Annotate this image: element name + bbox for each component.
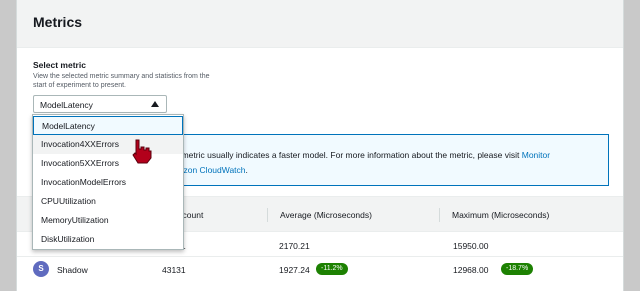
row1-maximum: 15950.00	[453, 241, 489, 251]
option-invocationmodelerrors[interactable]: InvocationModelErrors	[33, 173, 183, 192]
option-memoryutilization[interactable]: MemoryUtilization	[33, 211, 183, 230]
avatar: S	[33, 261, 49, 277]
option-invocation5xxerrors[interactable]: Invocation5XXErrors	[33, 154, 183, 173]
background-edge	[0, 0, 16, 291]
row2-maximum: 12968.00	[453, 265, 489, 275]
column-header-average: Average (Microseconds)	[267, 208, 372, 222]
metrics-panel: Metrics Select metric View the selected …	[16, 0, 624, 291]
panel-header: Metrics	[17, 0, 623, 48]
row2-count: 43131	[162, 265, 186, 275]
row2-average-badge: -11.2%	[316, 263, 348, 275]
hand-pointer-icon	[132, 139, 152, 164]
panel-title: Metrics	[33, 14, 83, 30]
info-text: ncy metric usually indicates a faster mo…	[166, 148, 606, 178]
option-diskutilization[interactable]: DiskUtilization	[33, 230, 183, 249]
column-header-maximum: Maximum (Microseconds)	[439, 208, 549, 222]
row1-average: 2170.21	[279, 241, 310, 251]
row-divider	[17, 256, 623, 257]
select-metric-label: Select metric	[33, 60, 86, 70]
option-modellatency[interactable]: ModelLatency	[33, 116, 183, 135]
option-invocation4xxerrors[interactable]: Invocation4XXErrors	[33, 135, 183, 154]
metric-select-value: ModelLatency	[40, 100, 93, 110]
row2-average: 1927.24	[279, 265, 310, 275]
caret-up-icon	[151, 101, 159, 107]
row2-maximum-badge: -18.7%	[501, 263, 534, 275]
row2-variant-name: Shadow	[57, 265, 88, 275]
metric-dropdown-menu: ModelLatency Invocation4XXErrors Invocat…	[32, 114, 184, 250]
select-metric-description: View the selected metric summary and sta…	[33, 73, 210, 89]
metric-select[interactable]: ModelLatency	[33, 95, 167, 113]
info-message: ncy metric usually indicates a faster mo…	[166, 150, 520, 160]
monitor-link[interactable]: Monitor	[522, 150, 550, 160]
option-cpuutilization[interactable]: CPUUtilization	[33, 192, 183, 211]
info-end: .	[245, 165, 248, 175]
